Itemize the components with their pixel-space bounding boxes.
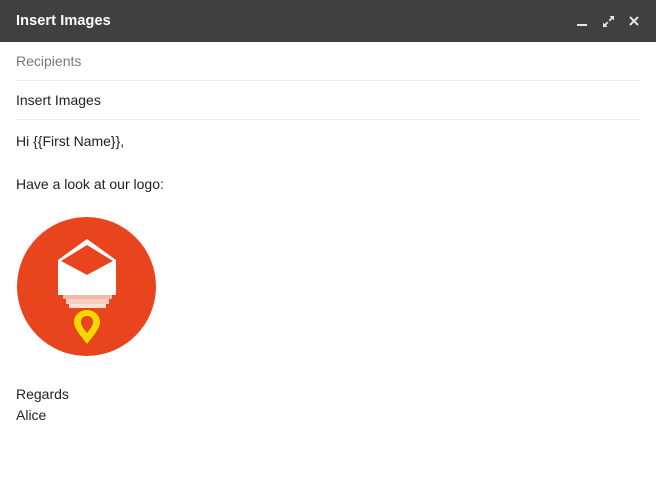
compose-window: Insert Images Recipients Insert Images H…: [0, 0, 656, 478]
logo-trail-stripe: [69, 304, 106, 308]
recipients-placeholder: Recipients: [16, 53, 82, 69]
subject-text: Insert Images: [16, 92, 101, 108]
subject-field[interactable]: Insert Images: [16, 81, 640, 120]
recipients-field[interactable]: Recipients: [16, 42, 640, 81]
logo-trail-stripe: [66, 299, 109, 304]
minimize-icon[interactable]: [572, 11, 592, 31]
expand-icon[interactable]: [598, 11, 618, 31]
compose-titlebar[interactable]: Insert Images: [0, 0, 656, 42]
intro-text: Have a look at our logo:: [16, 176, 164, 192]
close-icon[interactable]: [624, 11, 644, 31]
window-title: Insert Images: [16, 13, 111, 29]
closing-text: Regards: [16, 386, 69, 402]
greeting-text: Hi {{First Name}},: [16, 133, 125, 149]
envelope-rocket-logo: [17, 217, 156, 356]
window-controls: [566, 11, 644, 31]
signature-text: Alice: [16, 407, 47, 423]
